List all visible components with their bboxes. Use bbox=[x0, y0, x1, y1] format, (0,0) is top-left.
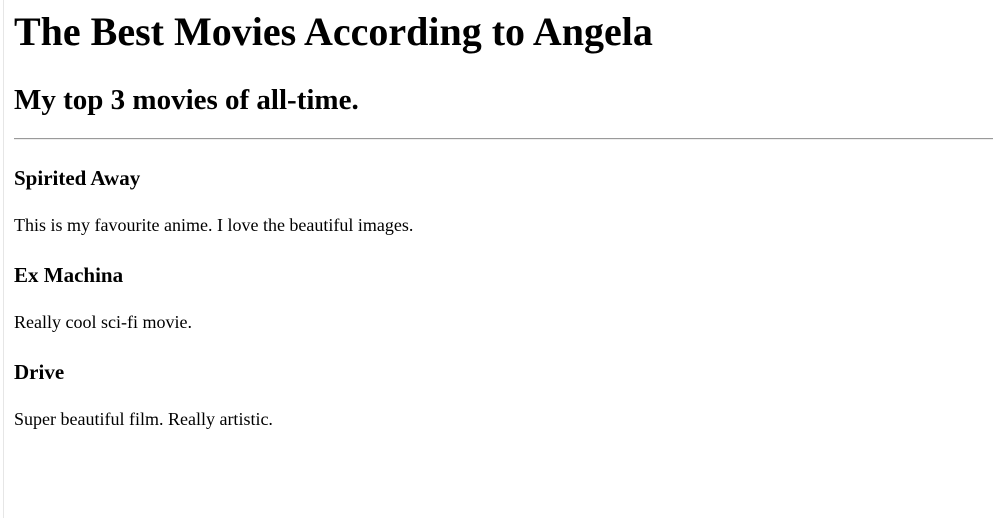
movie-page: The Best Movies According to Angela My t… bbox=[14, 0, 993, 429]
movie-description: This is my favourite anime. I love the b… bbox=[14, 215, 414, 235]
movie-title: Ex Machina bbox=[14, 263, 124, 287]
movie-description: Super beautiful film. Really artistic. bbox=[14, 409, 273, 429]
section-divider bbox=[14, 138, 993, 140]
movie-description: Really cool sci-fi movie. bbox=[14, 312, 192, 332]
movie-item-drive: Drive Super beautiful film. Really artis… bbox=[14, 360, 993, 429]
window-left-edge bbox=[0, 0, 4, 518]
movie-title: Drive bbox=[14, 360, 65, 384]
page-subtitle: My top 3 movies of all-time. bbox=[14, 84, 359, 116]
page-title: The Best Movies According to Angela bbox=[14, 9, 653, 54]
movie-item-spirited-away: Spirited Away This is my favourite anime… bbox=[14, 166, 993, 235]
movie-item-ex-machina: Ex Machina Really cool sci-fi movie. bbox=[14, 263, 993, 332]
movie-title: Spirited Away bbox=[14, 166, 141, 190]
